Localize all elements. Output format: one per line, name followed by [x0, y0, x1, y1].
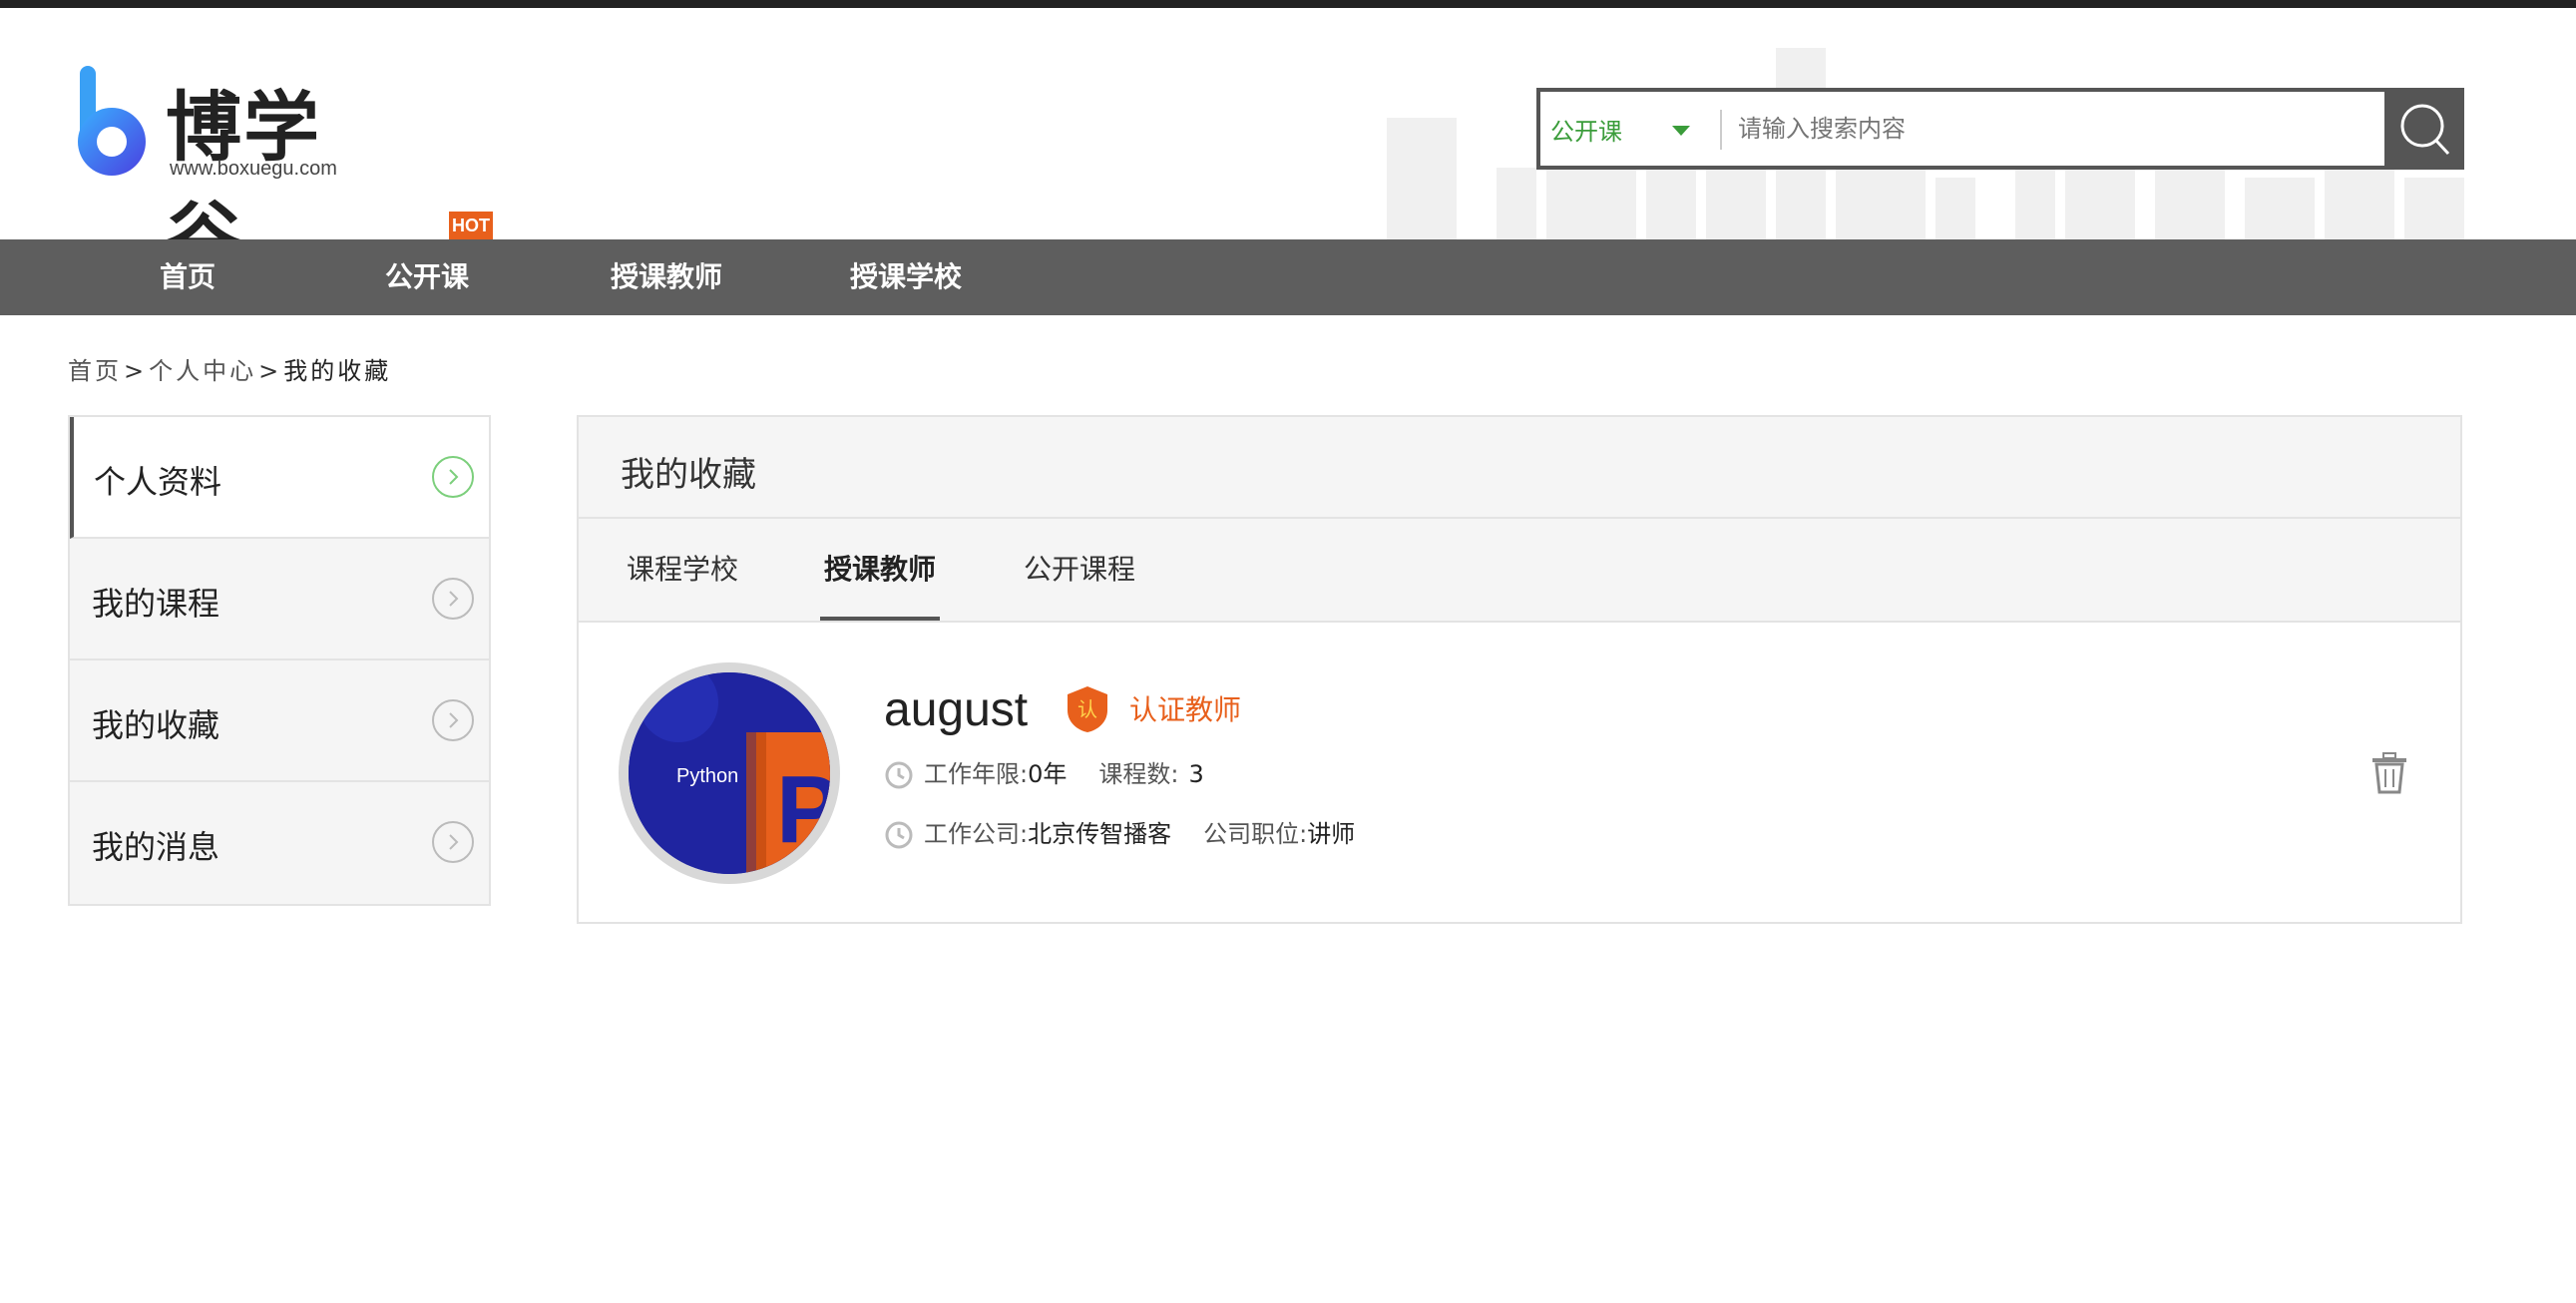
avatar-caption: Python — [676, 765, 738, 787]
course-count-label: 课程数: — [1098, 760, 1179, 788]
tab-open-courses[interactable]: 公开课程 — [1020, 519, 1139, 621]
panel-header: 我的收藏 — [579, 417, 2460, 519]
search-input[interactable] — [1738, 104, 2277, 154]
sidebar-item-label: 个人资料 — [94, 463, 222, 501]
work-years-label: 工作年限: — [924, 760, 1029, 788]
certified-badge-icon: 认 — [1068, 686, 1107, 732]
logo-mark-icon — [78, 66, 146, 176]
tab-teachers[interactable]: 授课教师 — [820, 519, 940, 621]
avatar-graphic: P Python — [629, 672, 830, 874]
search-category-select[interactable]: 公开课 — [1550, 112, 1622, 147]
course-count-value: 3 — [1188, 760, 1204, 788]
nav-item-schools[interactable]: 授课学校 — [806, 239, 1006, 315]
avatar-letter: P — [776, 756, 830, 863]
sidebar-item-label: 我的课程 — [92, 585, 220, 623]
top-strip — [0, 0, 2576, 8]
clock-icon — [885, 821, 913, 849]
avatar-image: P Python — [629, 672, 830, 874]
sidebar-item-courses[interactable]: 我的课程 — [70, 539, 489, 660]
company-value: 北京传智播客 — [1028, 820, 1172, 848]
certified-label: 认证教师 — [1129, 693, 1242, 726]
sidebar-item-messages[interactable]: 我的消息 — [70, 782, 489, 904]
chevron-down-icon[interactable] — [1672, 126, 1690, 136]
info-row-experience: 工作年限:0年 课程数: 3 — [884, 754, 1204, 790]
company-label: 工作公司: — [924, 820, 1029, 848]
logo-url: www.boxuegu.com — [170, 158, 337, 180]
site-header: 博学谷 www.boxuegu.com 公开课 — [0, 8, 2576, 281]
avatar[interactable]: P Python — [619, 662, 840, 884]
chevron-right-icon — [432, 578, 474, 620]
tab-course-schools[interactable]: 课程学校 — [623, 519, 742, 621]
position-value: 讲师 — [1307, 820, 1356, 848]
breadcrumb-separator: > — [258, 357, 282, 385]
favorites-tabs: 课程学校 授课教师 公开课程 — [579, 519, 2460, 623]
page-title: 我的收藏 — [621, 455, 756, 495]
chevron-right-icon — [432, 821, 474, 863]
breadcrumb: 首页>个人中心>我的收藏 — [68, 351, 391, 386]
nav-item-teachers[interactable]: 授课教师 — [567, 239, 766, 315]
search-divider — [1720, 110, 1722, 150]
search-bar: 公开课 — [1536, 88, 2464, 170]
info-row-company: 工作公司:北京传智播客 公司职位:讲师 — [884, 814, 1355, 850]
chevron-right-icon — [432, 699, 474, 741]
breadcrumb-user-center[interactable]: 个人中心 — [149, 351, 256, 386]
search-icon — [2400, 104, 2450, 156]
nav-item-home[interactable]: 首页 — [88, 239, 287, 315]
breadcrumb-current: 我的收藏 — [283, 357, 392, 385]
sidebar: 个人资料 我的课程 我的收藏 我的消息 — [68, 415, 491, 906]
favorites-panel: 我的收藏 课程学校 授课教师 公开课程 P Python august 认 认证… — [577, 415, 2462, 924]
teacher-name[interactable]: august — [884, 682, 1028, 737]
search-button[interactable] — [2384, 88, 2464, 170]
sidebar-item-favorites[interactable]: 我的收藏 — [70, 660, 489, 782]
chevron-right-icon — [432, 456, 474, 498]
trash-icon[interactable] — [2370, 752, 2408, 794]
breadcrumb-separator: > — [124, 357, 148, 385]
site-logo[interactable]: 博学谷 www.boxuegu.com — [66, 58, 365, 281]
work-years-value: 0年 — [1028, 760, 1068, 788]
main-nav: 首页 公开课 授课教师 授课学校 — [0, 239, 2576, 315]
certified-badge-char: 认 — [1077, 697, 1097, 721]
nav-item-open-courses[interactable]: 公开课 — [327, 239, 527, 315]
teacher-card: P Python august 认 认证教师 工作年限:0年 课程数: 3 工作公司… — [579, 623, 2460, 922]
position-label: 公司职位: — [1203, 820, 1308, 848]
hot-badge: HOT — [449, 212, 493, 247]
clock-icon — [885, 761, 913, 789]
sidebar-item-label: 我的消息 — [92, 828, 220, 866]
sidebar-item-profile[interactable]: 个人资料 — [70, 417, 489, 539]
sidebar-item-label: 我的收藏 — [92, 706, 220, 744]
breadcrumb-home[interactable]: 首页 — [68, 351, 122, 386]
